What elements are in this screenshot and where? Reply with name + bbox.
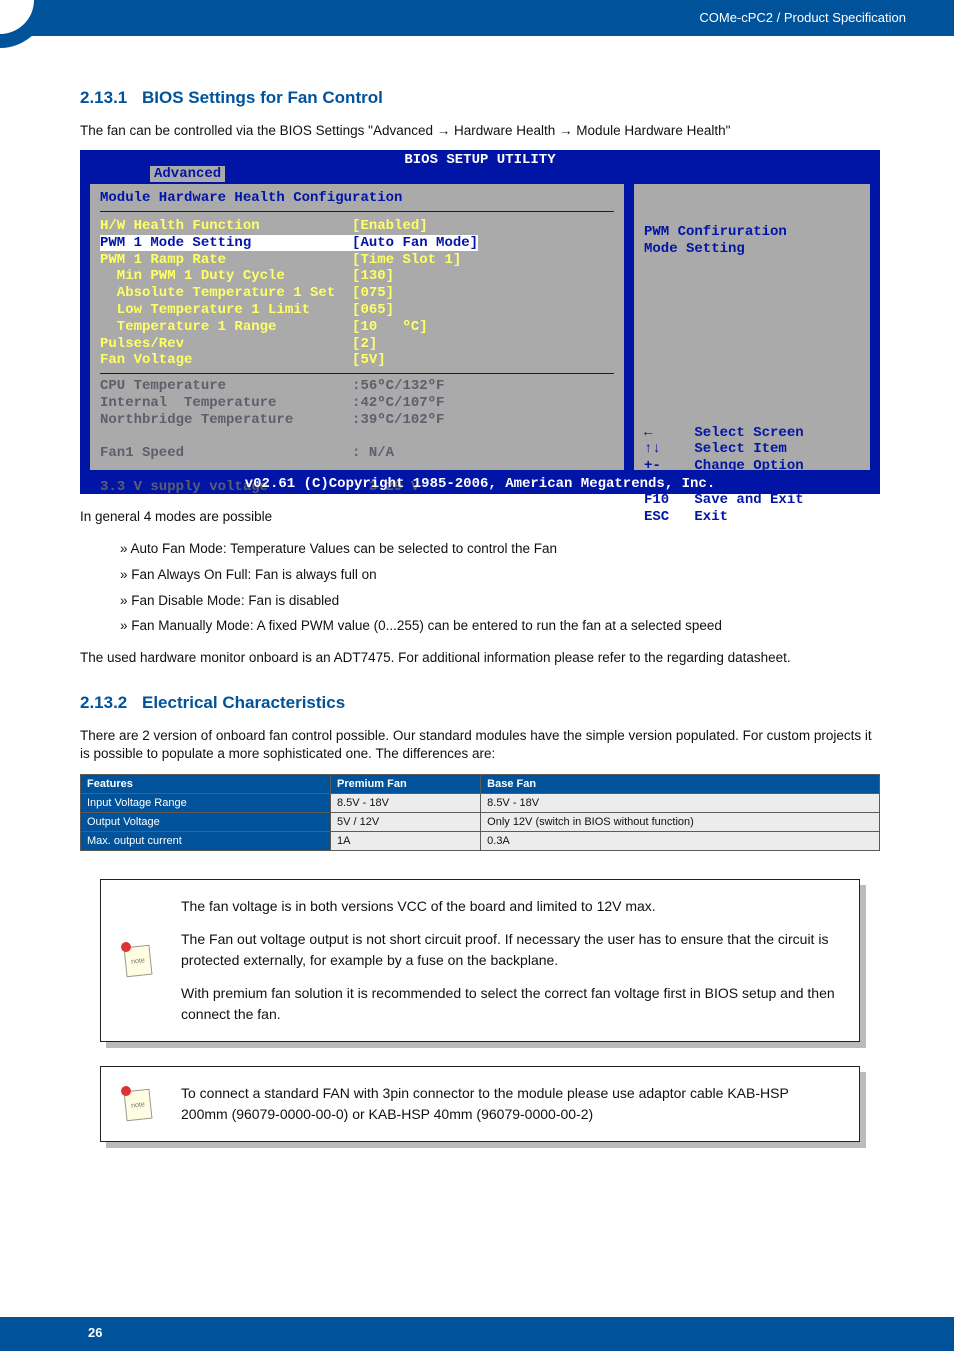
bios-setting-row: H/W Health Function [Enabled] (100, 218, 614, 235)
table-cell: Only 12V (switch in BIOS without functio… (481, 812, 880, 831)
bios-readout-row: Northbridge Temperature :39ºC/102ºF (100, 412, 614, 429)
table-cell: 0.3A (481, 831, 880, 850)
section-title: BIOS Settings for Fan Control (142, 88, 383, 107)
table-cell: 8.5V - 18V (331, 793, 481, 812)
bios-help-key: ← Select Screen (644, 425, 860, 442)
bios-setting-row: Temperature 1 Range [10 ºC] (100, 319, 614, 336)
page-content: 2.13.1 BIOS Settings for Fan Control The… (80, 88, 880, 1166)
bios-help-key: ESC Exit (644, 509, 860, 526)
table-row-label: Max. output current (81, 831, 331, 850)
bios-help-panel: PWM Confiruration Mode Setting ← Select … (634, 184, 870, 470)
bios-setting-row: Min PWM 1 Duty Cycle [130] (100, 268, 614, 285)
section-heading-electrical: 2.13.2 Electrical Characteristics (80, 693, 880, 713)
bios-help-title: PWM Confiruration Mode Setting (644, 224, 860, 258)
bios-help-key: +- Change Option (644, 458, 860, 475)
note-icon: note (119, 1086, 155, 1122)
bios-panel-title: Module Hardware Health Configuration (100, 190, 614, 212)
mode-item: » Fan Disable Mode: Fan is disabled (120, 588, 880, 614)
bios-copyright: v02.61 (C)Copyright 1985-2006, American … (80, 476, 880, 492)
section-number: 2.13.1 (80, 88, 127, 107)
bios-readout-row: Fan1 Speed : N/A (100, 445, 614, 462)
electrical-intro: There are 2 version of onboard fan contr… (80, 727, 880, 763)
section-heading-fan-control: 2.13.1 BIOS Settings for Fan Control (80, 88, 880, 108)
bios-setting-row: PWM 1 Mode Setting [Auto Fan Mode] (100, 235, 614, 252)
bios-readout-row: Internal Temperature :42ºC/107ºF (100, 395, 614, 412)
bios-screenshot: BIOS SETUP UTILITY Advanced Module Hardw… (80, 150, 880, 494)
bios-readout-row (100, 429, 614, 446)
bios-setting-row: PWM 1 Ramp Rate [Time Slot 1] (100, 252, 614, 269)
section-title: Electrical Characteristics (142, 693, 345, 712)
fan-control-intro: The fan can be controlled via the BIOS S… (80, 122, 880, 140)
page-header-bar: COMe-cPC2 / Product Specification (0, 0, 954, 36)
note-box-voltage: note The fan voltage is in both versions… (100, 879, 860, 1042)
bios-setting-row: Absolute Temperature 1 Set [075] (100, 285, 614, 302)
adt-paragraph: The used hardware monitor onboard is an … (80, 649, 880, 667)
table-cell: 5V / 12V (331, 812, 481, 831)
bios-setting-row: Low Temperature 1 Limit [065] (100, 302, 614, 319)
mode-item: » Fan Always On Full: Fan is always full… (120, 562, 880, 588)
table-header: Premium Fan (331, 774, 481, 793)
note1-p3: With premium fan solution it is recommen… (181, 983, 839, 1025)
bios-help-key: F10 Save and Exit (644, 492, 860, 509)
note2-p1: To connect a standard FAN with 3pin conn… (181, 1083, 839, 1125)
table-header: Features (81, 774, 331, 793)
bios-readout-row: CPU Temperature :56ºC/132ºF (100, 378, 614, 395)
table-row-label: Output Voltage (81, 812, 331, 831)
product-spec-label: COMe-cPC2 / Product Specification (699, 10, 906, 25)
corner-decoration (0, 0, 48, 48)
fan-feature-table: FeaturesPremium FanBase Fan Input Voltage… (80, 774, 880, 851)
bios-setting-row: Pulses/Rev [2] (100, 336, 614, 353)
note-icon: note (119, 942, 155, 978)
bios-help-key: ↑↓ Select Item (644, 441, 860, 458)
bios-setting-row: Fan Voltage [5V] (100, 352, 614, 369)
note1-p2: The Fan out voltage output is not short … (181, 929, 839, 971)
mode-item: » Fan Manually Mode: A fixed PWM value (… (120, 613, 880, 639)
table-cell: 1A (331, 831, 481, 850)
section-number: 2.13.2 (80, 693, 127, 712)
page-footer-bar: 26 (0, 1317, 954, 1351)
note-box-cable: note To connect a standard FAN with 3pin… (100, 1066, 860, 1142)
bios-main-panel: Module Hardware Health Configuration H/W… (90, 184, 624, 470)
page-number: 26 (88, 1325, 102, 1340)
bios-tab: Advanced (150, 166, 225, 182)
table-row-label: Input Voltage Range (81, 793, 331, 812)
note1-p1: The fan voltage is in both versions VCC … (181, 896, 839, 917)
table-header: Base Fan (481, 774, 880, 793)
table-cell: 8.5V - 18V (481, 793, 880, 812)
